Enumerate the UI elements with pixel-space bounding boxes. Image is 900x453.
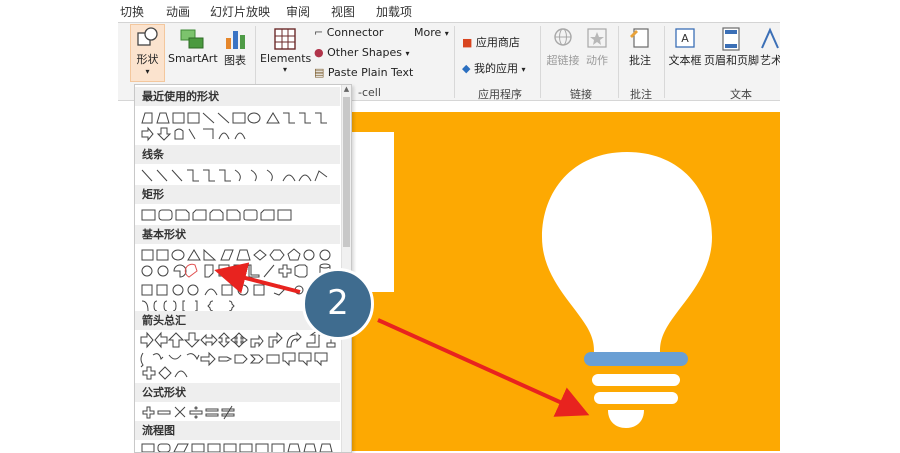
annotation-arrows [214, 262, 590, 417]
app-window: 切换 动画 幻灯片放映 审阅 视图 加载项 形状 ▾ SmartArt 图表 E… [0, 0, 900, 453]
red-arrow-to-bulb [377, 318, 590, 417]
step-number-badge: 2 [302, 268, 374, 340]
red-arrow-to-gallery [214, 262, 301, 294]
